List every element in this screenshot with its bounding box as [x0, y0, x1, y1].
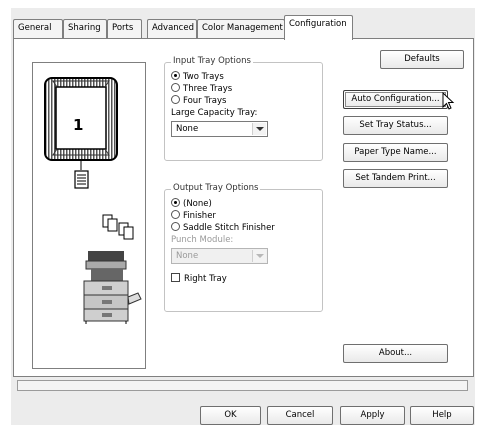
mouse-cursor-icon [442, 92, 455, 110]
apply-button[interactable]: Apply [340, 406, 405, 425]
tab-label: General [18, 23, 52, 33]
radio-finisher[interactable]: Finisher [171, 210, 216, 221]
radio-label: Saddle Stitch Finisher [183, 223, 275, 233]
set-tray-status-button[interactable]: Set Tray Status... [343, 116, 448, 135]
radio-label: Four Trays [183, 96, 227, 106]
radio-selected-icon [171, 198, 180, 207]
checkbox-label: Right Tray [184, 274, 227, 284]
radio-label: Two Trays [183, 72, 224, 82]
tab-label: Configuration [289, 19, 347, 29]
radio-three-trays[interactable]: Three Trays [171, 83, 232, 94]
punch-module-label: Punch Module: [171, 235, 234, 245]
select-value: None [176, 124, 199, 134]
radio-two-trays[interactable]: Two Trays [171, 71, 224, 82]
radio-none[interactable]: (None) [171, 198, 212, 209]
tab-advanced[interactable]: Advanced [147, 19, 197, 38]
about-button[interactable]: About... [343, 344, 448, 363]
tab-label: Color Management [202, 23, 283, 33]
radio-empty-icon [171, 95, 180, 104]
radio-label: Three Trays [183, 84, 233, 94]
tab-label: Ports [112, 23, 134, 33]
defaults-button[interactable]: Defaults [380, 50, 464, 69]
large-capacity-tray-select[interactable]: None [171, 121, 268, 137]
radio-empty-icon [171, 83, 180, 92]
paper-type-name-button[interactable]: Paper Type Name... [343, 143, 448, 162]
radio-four-trays[interactable]: Four Trays [171, 95, 226, 106]
output-tray-options-group: Output Tray Options (None) Finisher Sadd… [164, 183, 323, 312]
input-tray-options-group: Input Tray Options Two Trays Three Trays… [164, 56, 323, 161]
status-bar [17, 380, 468, 391]
chevron-down-icon [252, 123, 266, 135]
select-value: None [176, 251, 199, 261]
printer-preview: 1 [32, 62, 146, 369]
radio-label: (None) [183, 199, 212, 209]
radio-empty-icon [171, 210, 180, 219]
chevron-down-icon [252, 250, 266, 262]
tab-ports[interactable]: Ports [107, 19, 142, 38]
tab-color-management[interactable]: Color Management [197, 19, 285, 38]
set-tandem-print-button[interactable]: Set Tandem Print... [343, 169, 448, 188]
punch-module-select[interactable]: None [171, 248, 268, 264]
large-capacity-tray-label: Large Capacity Tray: [171, 108, 258, 118]
tray-number: 1 [73, 116, 84, 134]
radio-label: Finisher [183, 211, 216, 221]
tab-label: Advanced [152, 23, 194, 33]
radio-saddle-stitch-finisher[interactable]: Saddle Stitch Finisher [171, 222, 275, 233]
output-tray-options-title: Output Tray Options [171, 183, 261, 193]
radio-selected-icon [171, 71, 180, 80]
configuration-panel: Defaults 1 Input Tray Options Two Trays … [13, 38, 474, 377]
printer-illustration-icon [44, 77, 142, 324]
cancel-button[interactable]: Cancel [267, 406, 333, 425]
tab-sharing[interactable]: Sharing [63, 19, 107, 38]
help-button[interactable]: Help [410, 406, 474, 425]
radio-empty-icon [171, 222, 180, 231]
ok-button[interactable]: OK [200, 406, 261, 425]
checkbox-icon [171, 273, 180, 282]
tab-label: Sharing [68, 23, 101, 33]
auto-configuration-button[interactable]: Auto Configuration... [343, 90, 448, 109]
input-tray-options-title: Input Tray Options [171, 56, 253, 66]
tab-configuration[interactable]: Configuration [284, 15, 353, 40]
right-tray-checkbox[interactable]: Right Tray [171, 273, 227, 284]
tab-general[interactable]: General [13, 19, 63, 38]
